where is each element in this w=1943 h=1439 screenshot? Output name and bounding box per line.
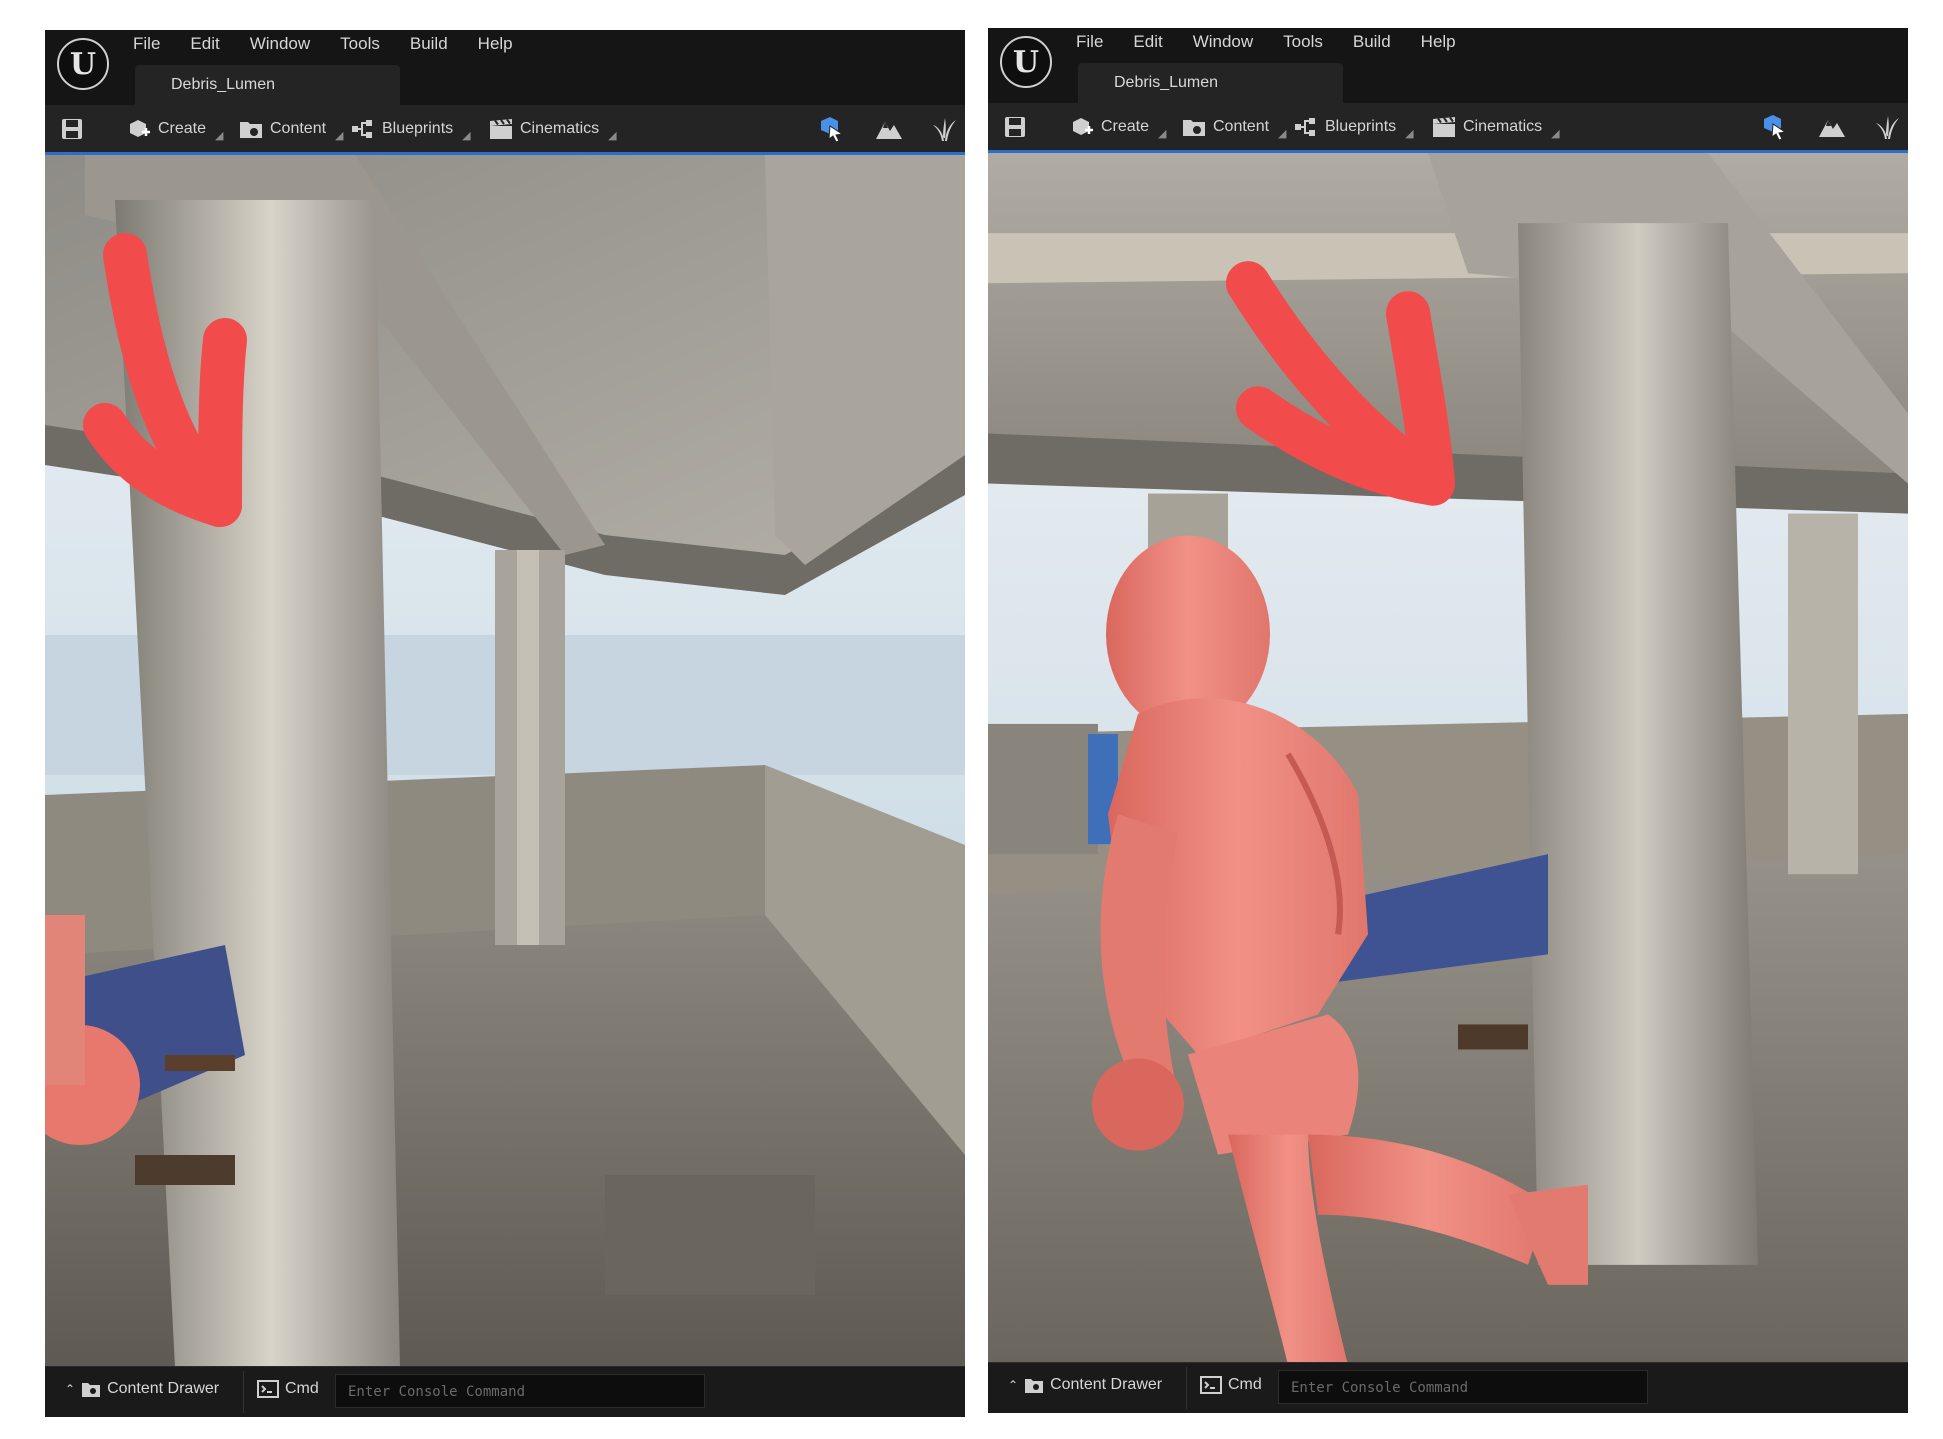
dropdown-corner-icon: ◢ — [462, 129, 471, 142]
editor-window-left: U File Edit Window Tools Build Help Debr… — [45, 30, 965, 1417]
dropdown-corner-icon: ◢ — [1405, 127, 1414, 140]
menu-help[interactable]: Help — [1421, 32, 1472, 52]
select-cursor-cube-icon — [821, 117, 844, 142]
cinematics-button[interactable]: Cinematics ◢ — [1432, 113, 1560, 141]
content-label: Content — [1213, 118, 1270, 135]
title-bar: U File Edit Window Tools Build Help Debr… — [45, 30, 965, 105]
editor-window-right: U File Edit Window Tools Build Help Debr… — [988, 28, 1908, 1413]
dropdown-corner-icon: ◢ — [1278, 127, 1287, 140]
content-drawer-button[interactable]: ⌃ Content Drawer — [65, 1380, 219, 1398]
terminal-icon — [257, 1380, 279, 1398]
menu-tools[interactable]: Tools — [1283, 32, 1339, 52]
cinematics-button[interactable]: Cinematics ◢ — [489, 115, 617, 143]
menu-edit[interactable]: Edit — [190, 34, 235, 54]
chevron-up-icon: ⌃ — [65, 1382, 76, 1396]
blueprints-label: Blueprints — [382, 120, 454, 137]
cinematics-label: Cinematics — [520, 120, 600, 137]
create-label: Create — [158, 120, 207, 137]
level-tab[interactable]: Debris_Lumen — [1078, 63, 1343, 103]
chevron-up-icon: ⌃ — [1008, 1378, 1019, 1392]
menu-build[interactable]: Build — [410, 34, 464, 54]
menu-file[interactable]: File — [1076, 32, 1119, 52]
dropdown-corner-icon: ◢ — [608, 129, 617, 142]
unreal-logo[interactable]: U — [57, 38, 109, 90]
save-button[interactable] — [1004, 113, 1026, 141]
menu-window[interactable]: Window — [250, 34, 326, 54]
content-drawer-icon — [82, 1383, 101, 1397]
blueprints-icon — [1295, 118, 1315, 136]
menu-edit[interactable]: Edit — [1133, 32, 1178, 52]
blueprints-button[interactable]: Blueprints ◢ — [1294, 113, 1414, 141]
content-button[interactable]: Content ◢ — [239, 115, 344, 143]
menu-bar: File Edit Window Tools Build Help — [133, 34, 543, 54]
foliage-icon — [1876, 116, 1899, 139]
create-cube-icon — [130, 120, 150, 137]
content-button[interactable]: Content ◢ — [1182, 113, 1287, 141]
menu-bar: File Edit Window Tools Build Help — [1076, 32, 1486, 52]
content-folder-icon — [240, 122, 262, 138]
content-label: Content — [270, 120, 327, 137]
dropdown-corner-icon: ◢ — [215, 129, 224, 142]
create-cube-icon — [1073, 118, 1093, 135]
status-bar: ⌃ Content Drawer Cmd Enter Console Comma… — [45, 1366, 965, 1417]
console-command-input[interactable]: Enter Console Command — [335, 1374, 705, 1408]
content-drawer-label: Content Drawer — [107, 1380, 220, 1397]
content-drawer-label: Content Drawer — [1050, 1376, 1163, 1393]
cmd-button[interactable]: Cmd — [1200, 1376, 1262, 1394]
unreal-logo[interactable]: U — [1000, 36, 1052, 88]
menu-help[interactable]: Help — [478, 34, 529, 54]
cmd-label: Cmd — [285, 1380, 319, 1397]
save-icon — [62, 119, 82, 139]
save-button[interactable] — [61, 115, 83, 143]
foliage-mode-button[interactable] — [931, 115, 957, 143]
level-tab[interactable]: Debris_Lumen — [135, 65, 400, 105]
menu-tools[interactable]: Tools — [340, 34, 396, 54]
level-viewport[interactable] — [988, 153, 1908, 1365]
menu-file[interactable]: File — [133, 34, 176, 54]
dropdown-corner-icon: ◢ — [335, 129, 344, 142]
create-label: Create — [1101, 118, 1150, 135]
content-drawer-button[interactable]: ⌃ Content Drawer — [1008, 1376, 1162, 1394]
mountain-icon — [1819, 120, 1845, 137]
cinematics-label: Cinematics — [1463, 118, 1543, 135]
divider — [243, 1371, 244, 1413]
status-bar: ⌃ Content Drawer Cmd Enter Console Comma… — [988, 1362, 1908, 1413]
select-cursor-cube-icon — [1764, 115, 1787, 140]
cmd-label: Cmd — [1228, 1376, 1262, 1393]
blueprints-icon — [352, 120, 372, 138]
menu-window[interactable]: Window — [1193, 32, 1269, 52]
clapperboard-icon — [490, 118, 512, 139]
foliage-mode-button[interactable] — [1874, 113, 1900, 141]
main-toolbar: Create ◢ Content ◢ Blueprints ◢ Cinematics ◢ — [45, 105, 965, 155]
landscape-mode-button[interactable] — [1818, 113, 1846, 141]
blueprints-button[interactable]: Blueprints ◢ — [351, 115, 471, 143]
landscape-mode-button[interactable] — [875, 115, 903, 143]
create-button[interactable]: Create ◢ — [1070, 113, 1167, 141]
terminal-icon — [1200, 1376, 1222, 1394]
blueprints-label: Blueprints — [1325, 118, 1397, 135]
cmd-button[interactable]: Cmd — [257, 1380, 319, 1398]
foliage-icon — [933, 118, 956, 141]
viewport-scene — [45, 155, 965, 1367]
mountain-icon — [876, 122, 902, 139]
dropdown-corner-icon: ◢ — [1551, 127, 1560, 140]
save-icon — [1005, 117, 1025, 137]
level-viewport[interactable] — [45, 155, 965, 1367]
dropdown-corner-icon: ◢ — [1158, 127, 1167, 140]
console-command-input[interactable]: Enter Console Command — [1278, 1370, 1648, 1404]
content-folder-icon — [1183, 120, 1205, 136]
menu-build[interactable]: Build — [1353, 32, 1407, 52]
select-mode-button[interactable] — [818, 115, 844, 143]
main-toolbar: Create ◢ Content ◢ Blueprints ◢ Cinematics ◢ — [988, 103, 1908, 153]
title-bar: U File Edit Window Tools Build Help Debr… — [988, 28, 1908, 103]
divider — [1186, 1367, 1187, 1409]
select-mode-button[interactable] — [1761, 113, 1787, 141]
content-drawer-icon — [1025, 1379, 1044, 1393]
viewport-scene — [988, 153, 1908, 1365]
create-button[interactable]: Create ◢ — [127, 115, 224, 143]
clapperboard-icon — [1433, 116, 1455, 137]
